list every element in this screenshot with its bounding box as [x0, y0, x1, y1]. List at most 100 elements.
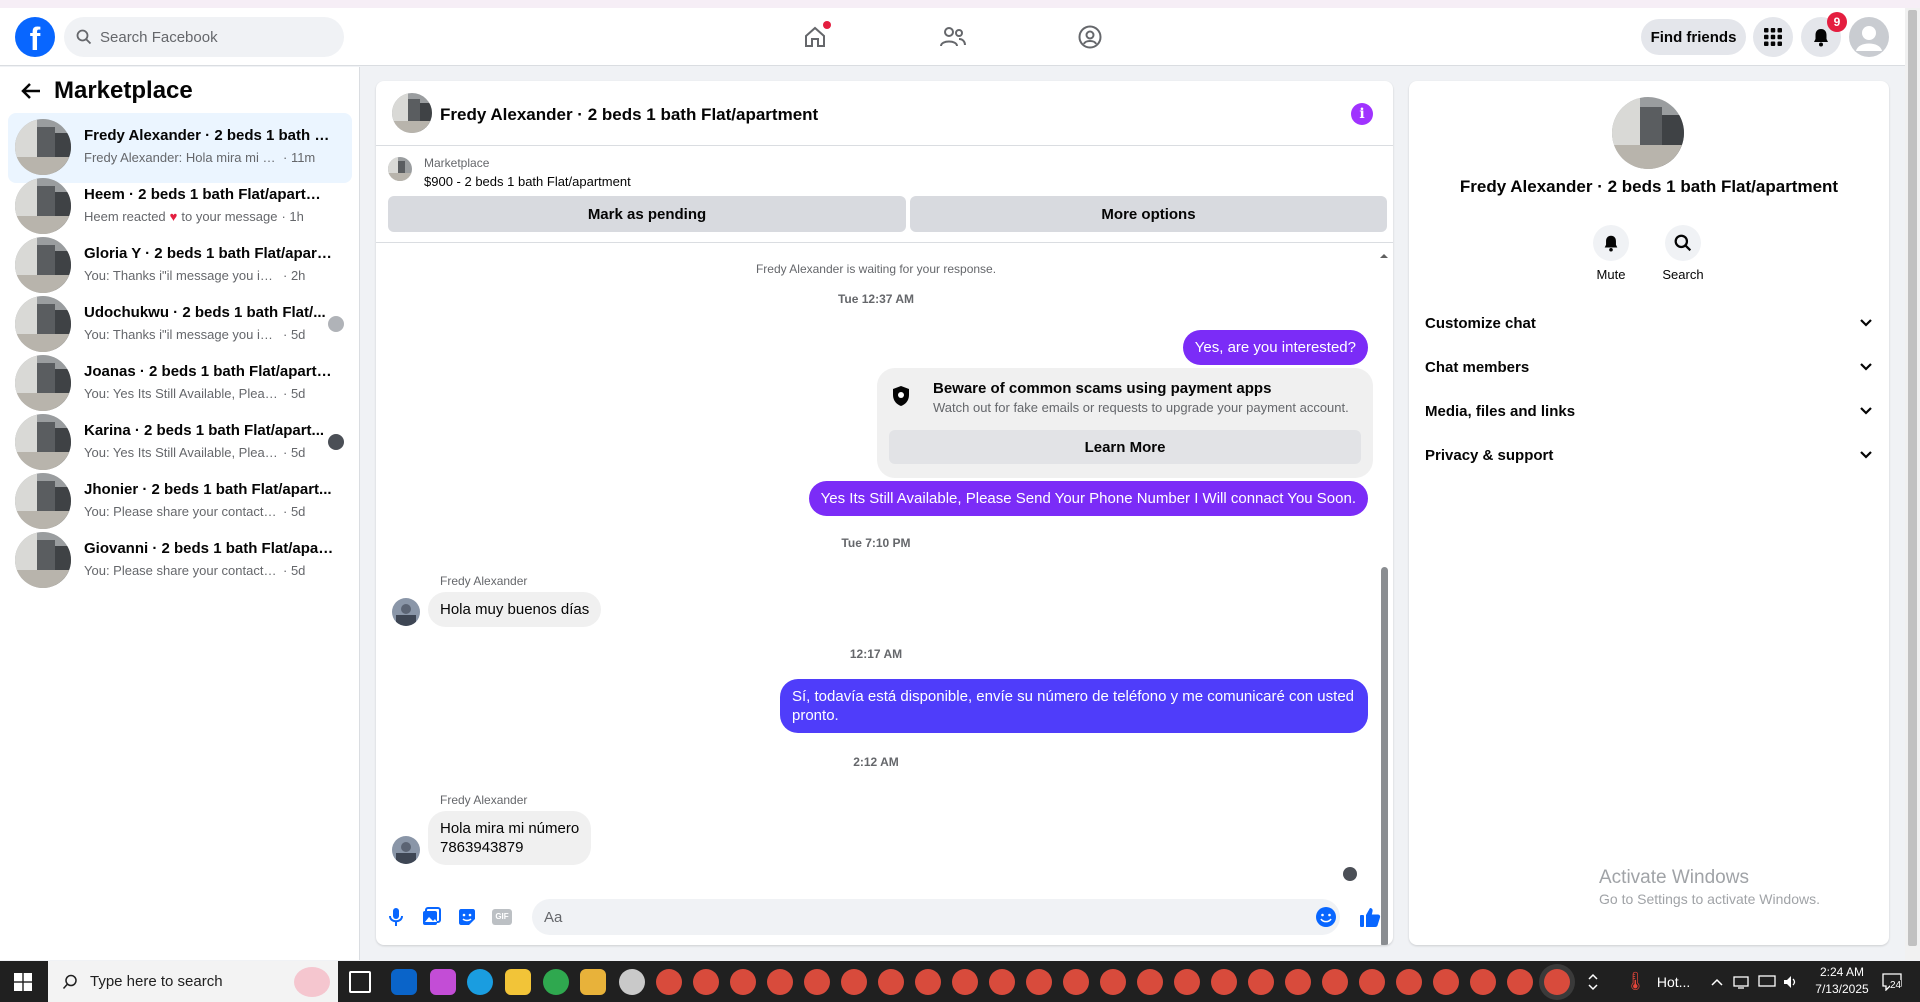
chrome-profile-icon[interactable]: [1211, 969, 1237, 995]
sender-avatar[interactable]: [392, 836, 420, 864]
divider: [376, 242, 1393, 243]
thumbs-up-icon[interactable]: [1358, 905, 1382, 929]
mute-button[interactable]: Mute: [1581, 225, 1641, 282]
chrome-active-icon[interactable]: [1544, 969, 1570, 995]
chrome-profile-icon[interactable]: [1359, 969, 1385, 995]
chrome-profile-icon[interactable]: [1507, 969, 1533, 995]
marketplace-sidebar: Marketplace Fredy Alexander · 2 beds 1 b…: [0, 67, 360, 960]
gif-icon[interactable]: GIF: [490, 905, 514, 929]
chat-scrollbar[interactable]: [1378, 251, 1390, 945]
tray-chevron-up-icon[interactable]: [1711, 961, 1723, 1002]
network-icon[interactable]: [1733, 961, 1749, 1002]
mark-as-pending-button[interactable]: Mark as pending: [388, 196, 906, 232]
chat-members-row[interactable]: Chat members: [1425, 349, 1873, 385]
chrome-profile-icon[interactable]: [1248, 969, 1274, 995]
windows-start-icon[interactable]: [0, 961, 46, 1002]
listing-price-title[interactable]: $900 - 2 beds 1 bath Flat/apartment: [424, 174, 631, 189]
notification-center-icon[interactable]: 24: [1882, 961, 1902, 1002]
chrome-profile-icon[interactable]: [1322, 969, 1348, 995]
emoji-icon[interactable]: [1314, 905, 1338, 929]
chrome-profile-icon[interactable]: [1174, 969, 1200, 995]
page-scrollbar[interactable]: [1905, 8, 1920, 960]
outgoing-message[interactable]: Yes, are you interested?: [1182, 330, 1368, 365]
chrome-profile-icon[interactable]: [656, 969, 682, 995]
store-icon[interactable]: [580, 969, 606, 995]
taskbar-search-box[interactable]: Type here to search: [48, 961, 338, 1002]
activate-windows-watermark: Activate Windows Go to Settings to activ…: [1599, 867, 1820, 907]
chrome-profile-icon[interactable]: [730, 969, 756, 995]
taskbar-search-placeholder: Type here to search: [90, 973, 223, 990]
outgoing-message[interactable]: Yes Its Still Available, Please Send You…: [808, 481, 1368, 516]
chrome-profile-icon[interactable]: [1063, 969, 1089, 995]
friends-icon[interactable]: [936, 20, 970, 54]
outgoing-message[interactable]: Sí, todavía está disponible, envíe su nú…: [780, 679, 1368, 733]
sender-avatar[interactable]: [392, 598, 420, 626]
weather-text: Hot...: [1656, 973, 1691, 990]
taskbar-clock[interactable]: 2:24 AM 7/13/2025: [1808, 964, 1876, 998]
chrome-profile-icon[interactable]: [1433, 969, 1459, 995]
chrome-profile-icon[interactable]: [841, 969, 867, 995]
notifications-badge: 9: [1827, 12, 1847, 32]
file-explorer-icon[interactable]: [505, 969, 531, 995]
chat-title[interactable]: Fredy Alexander · 2 beds 1 bath Flat/apa…: [440, 105, 818, 125]
search-icon: [1665, 225, 1701, 261]
incoming-message[interactable]: Hola muy buenos días: [428, 592, 602, 627]
edge-icon[interactable]: [467, 969, 493, 995]
photo-icon[interactable]: [419, 905, 443, 929]
page-scrollbar-thumb[interactable]: [1908, 10, 1917, 946]
conversation-preview: You: Thanks i"il message you in a mo...·…: [84, 268, 306, 283]
scroll-up-arrow-icon[interactable]: [1378, 251, 1390, 261]
chrome-profile-icon[interactable]: [989, 969, 1015, 995]
chrome-profile-icon[interactable]: [1470, 969, 1496, 995]
incoming-message[interactable]: Hola mira mi número 7863943879: [428, 811, 592, 865]
chrome-profile-icon[interactable]: [1285, 969, 1311, 995]
search-in-conversation-button[interactable]: Search: [1653, 225, 1713, 282]
back-arrow-icon[interactable]: [20, 80, 42, 102]
chrome-profile-icon[interactable]: [878, 969, 904, 995]
chrome-profile-icon[interactable]: [693, 969, 719, 995]
facebook-logo[interactable]: f: [15, 17, 55, 57]
find-friends-button[interactable]: Find friends: [1641, 19, 1746, 55]
chat-avatar[interactable]: [392, 93, 432, 133]
chrome-profile-icon[interactable]: [1137, 969, 1163, 995]
chrome-profile-icon[interactable]: [1100, 969, 1126, 995]
chrome-profile-icon[interactable]: [767, 969, 793, 995]
groups-icon[interactable]: [1073, 20, 1107, 54]
conversation-name: Heem · 2 beds 1 bath Flat/apartme...: [84, 186, 334, 203]
microphone-icon[interactable]: [384, 905, 408, 929]
sticker-icon[interactable]: [455, 905, 479, 929]
chrome-profile-icon[interactable]: [915, 969, 941, 995]
windows-taskbar: Type here to search 🌡 Hot... 2:24 AM 7/1…: [0, 961, 1920, 1002]
sidebar-title: Marketplace: [54, 77, 193, 104]
display-icon[interactable]: [1758, 961, 1776, 1002]
profile-avatar[interactable]: [1849, 17, 1889, 57]
chrome-profile-icon[interactable]: [952, 969, 978, 995]
details-avatar[interactable]: [1612, 97, 1684, 169]
chrome-profile-icon[interactable]: [1396, 969, 1422, 995]
customize-chat-row[interactable]: Customize chat: [1425, 305, 1873, 341]
search-facebook-input[interactable]: Search Facebook: [64, 17, 344, 57]
weather-widget[interactable]: 🌡 Hot...: [1624, 961, 1690, 1002]
more-options-button[interactable]: More options: [910, 196, 1387, 232]
chrome-profile-icon[interactable]: [1026, 969, 1052, 995]
copilot-icon[interactable]: [430, 969, 456, 995]
shield-icon: [889, 384, 913, 408]
app-icon[interactable]: [619, 969, 645, 995]
chrome-icon[interactable]: [543, 969, 569, 995]
message-input[interactable]: Aa: [532, 899, 1340, 935]
conversation-item[interactable]: Giovanni · 2 beds 1 bath Flat/apart... Y…: [8, 526, 352, 596]
chrome-profile-icon[interactable]: [804, 969, 830, 995]
learn-more-button[interactable]: Learn More: [889, 430, 1361, 464]
sidebar-header: Marketplace: [20, 77, 193, 105]
media-files-links-row[interactable]: Media, files and links: [1425, 393, 1873, 429]
conversation-name: Joanas · 2 beds 1 bath Flat/apartm...: [84, 363, 334, 380]
home-icon[interactable]: [798, 20, 832, 54]
conversation-details-panel: Fredy Alexander · 2 beds 1 bath Flat/apa…: [1409, 81, 1889, 945]
volume-icon[interactable]: [1783, 961, 1799, 1002]
tray-overflow-arrows[interactable]: [1588, 961, 1598, 1002]
task-view-icon[interactable]: [349, 971, 371, 993]
info-icon[interactable]: i: [1351, 103, 1373, 125]
privacy-support-row[interactable]: Privacy & support: [1425, 437, 1873, 473]
menu-grid-icon[interactable]: [1753, 17, 1793, 57]
outlook-icon[interactable]: [391, 969, 417, 995]
